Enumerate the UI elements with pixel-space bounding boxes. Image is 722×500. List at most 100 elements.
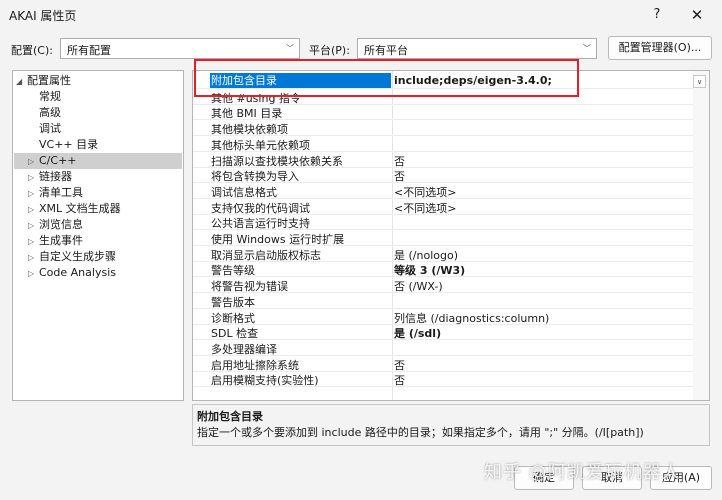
tree-item-group-2[interactable]: ▷ 清单工具 [28, 185, 83, 201]
config-label: 配置(C): [11, 44, 53, 57]
tree-item-label: 常规 [39, 90, 61, 103]
tree-item-item-3[interactable]: VC++ 目录 [39, 137, 98, 153]
collapse-icon[interactable]: ◢ [16, 74, 27, 90]
description-panel: 附加包含目录 指定一个或多个要添加到 include 路径中的目录；如果指定多个… [192, 404, 710, 446]
property-name: 公共语言运行时支持 [211, 217, 310, 231]
vertical-scrollbar[interactable] [693, 71, 709, 400]
tree-item-root[interactable]: ◢ 配置属性 [16, 73, 71, 89]
tree-item-group-5[interactable]: ▷ 生成事件 [28, 233, 83, 249]
property-grid: 附加包含目录 include;deps/eigen-3.4.0; ∨ 其他 #usin… [192, 70, 710, 401]
tree-item-label: XML 文档生成器 [39, 202, 121, 215]
window-title: AKAI 属性页 [9, 9, 77, 23]
property-name: 警告等级 [211, 264, 255, 278]
config-value: 所有配置 [67, 44, 111, 57]
tree-item-group-0[interactable]: ▷ C/C++ [14, 153, 182, 169]
highlight-box [194, 59, 579, 97]
tree-item-item-1[interactable]: 高级 [39, 105, 61, 121]
expand-icon[interactable]: ▷ [28, 202, 39, 218]
chevron-down-icon: ﹀ [286, 44, 294, 53]
property-row[interactable]: 调试信息格式 <不同选项> [193, 183, 693, 199]
property-name: SDL 检查 [211, 327, 259, 341]
property-name: 调试信息格式 [211, 185, 277, 199]
expand-icon[interactable]: ▷ [28, 154, 39, 170]
property-value[interactable]: 等级 3 (/W3) [394, 262, 465, 278]
property-row[interactable]: 将警告视为错误 否 (/WX-) [193, 277, 693, 294]
tree-item-group-1[interactable]: ▷ 链接器 [28, 169, 72, 185]
property-row[interactable]: 多处理器编译 [193, 340, 693, 356]
property-name: 支持仅我的代码调试 [211, 201, 310, 215]
tree-item-label: 高级 [39, 106, 61, 119]
property-value[interactable]: 是 (/nologo) [394, 247, 458, 263]
tree-item-group-7[interactable]: ▷ Code Analysis [28, 265, 116, 281]
tree-item-label: 浏览信息 [39, 218, 83, 231]
expand-icon[interactable]: ▷ [28, 234, 39, 250]
expand-icon[interactable]: ▷ [28, 170, 39, 186]
title-bar: AKAI 属性页 ? ✕ [0, 0, 722, 30]
property-row[interactable]: 警告等级 等级 3 (/W3) [193, 261, 693, 278]
property-row[interactable]: 扫描源以查找模块依赖关系 否 [193, 152, 693, 168]
chevron-down-icon: ﹀ [583, 44, 591, 53]
property-row[interactable]: 取消显示启动版权标志 是 (/nologo) [193, 246, 693, 262]
tree-item-item-2[interactable]: 调试 [39, 121, 61, 137]
tree-item-label: 配置属性 [27, 74, 71, 87]
property-row[interactable]: 其他 BMI 目录 [193, 104, 693, 121]
property-name: 多处理器编译 [211, 342, 277, 356]
property-name: 警告版本 [211, 295, 255, 309]
property-row[interactable]: 诊断格式 列信息 (/diagnostics:column) [193, 309, 693, 325]
property-row[interactable]: 其他标头单元依赖项 [193, 136, 693, 152]
property-name: 将包含转换为导入 [211, 170, 299, 184]
tree-item-label: 生成事件 [39, 234, 83, 247]
property-name: 诊断格式 [211, 311, 255, 325]
property-value[interactable]: 是 (/sdl) [394, 325, 441, 341]
property-row[interactable]: 使用 Windows 运行时扩展 [193, 230, 693, 246]
property-name: 取消显示启动版权标志 [211, 248, 321, 262]
config-manager-button[interactable]: 配置管理器(O)... [608, 36, 712, 60]
tree-item-label: 调试 [39, 122, 61, 135]
platform-dropdown[interactable]: 所有平台 ﹀ [357, 38, 597, 59]
tree-item-label: C/C++ [39, 154, 77, 167]
tree-item-group-6[interactable]: ▷ 自定义生成步骤 [28, 249, 116, 265]
chevron-down-icon[interactable]: ∨ [693, 75, 706, 88]
tree-item-label: 链接器 [39, 170, 72, 183]
property-value[interactable]: 否 [394, 168, 405, 184]
help-button[interactable]: ? [644, 3, 670, 27]
expand-icon[interactable]: ▷ [28, 218, 39, 234]
property-row[interactable]: 启用地址擦除系统 否 [193, 356, 693, 372]
property-row[interactable]: SDL 检查 是 (/sdl) [193, 324, 693, 341]
description-text: 指定一个或多个要添加到 include 路径中的目录；如果指定多个，请用 ";"… [197, 426, 644, 439]
property-value[interactable]: 否 [394, 372, 405, 388]
property-name: 使用 Windows 运行时扩展 [211, 233, 345, 246]
platform-value: 所有平台 [364, 44, 408, 57]
property-row[interactable]: 公共语言运行时支持 [193, 214, 693, 231]
property-row[interactable]: 警告版本 [193, 293, 693, 309]
tree-item-label: 清单工具 [39, 186, 83, 199]
property-value[interactable]: <不同选项> [394, 184, 456, 200]
property-value[interactable]: 否 (/WX-) [394, 278, 443, 294]
platform-label: 平台(P): [309, 44, 350, 57]
property-value[interactable]: 否 [394, 153, 405, 169]
property-name: 其他 BMI 目录 [211, 107, 283, 121]
close-button[interactable]: ✕ [684, 3, 710, 27]
description-title: 附加包含目录 [197, 410, 263, 423]
property-row[interactable]: 启用模糊支持(实验性) 否 [193, 371, 693, 388]
tree-item-item-0[interactable]: 常规 [39, 89, 61, 105]
property-row[interactable]: 将包含转换为导入 否 [193, 167, 693, 184]
tree-item-label: Code Analysis [39, 266, 116, 279]
expand-icon[interactable]: ▷ [28, 266, 39, 282]
tree-item-group-4[interactable]: ▷ 浏览信息 [28, 217, 83, 233]
property-row[interactable]: 支持仅我的代码调试 <不同选项> [193, 199, 693, 215]
property-tree: ◢ 配置属性 常规 高级 调试 VC++ 目录 ▷ C/C++ ▷ 链接器 ▷ 清单工具 ▷ XML 文档… [12, 70, 184, 401]
property-name: 启用模糊支持(实验性) [211, 374, 319, 388]
config-dropdown[interactable]: 所有配置 ﹀ [60, 38, 300, 59]
expand-icon[interactable]: ▷ [28, 250, 39, 266]
property-value[interactable]: 列信息 (/diagnostics:column) [394, 310, 549, 326]
property-value[interactable]: 否 [394, 357, 405, 373]
property-name: 启用地址擦除系统 [211, 358, 299, 372]
tree-item-group-3[interactable]: ▷ XML 文档生成器 [28, 201, 121, 217]
tree-item-label: 自定义生成步骤 [39, 250, 116, 263]
property-name: 其他标头单元依赖项 [211, 138, 310, 152]
expand-icon[interactable]: ▷ [28, 186, 39, 202]
property-value[interactable]: <不同选项> [394, 200, 456, 216]
tree-item-label: VC++ 目录 [39, 138, 99, 151]
property-row[interactable]: 其他模块依赖项 [193, 120, 693, 137]
